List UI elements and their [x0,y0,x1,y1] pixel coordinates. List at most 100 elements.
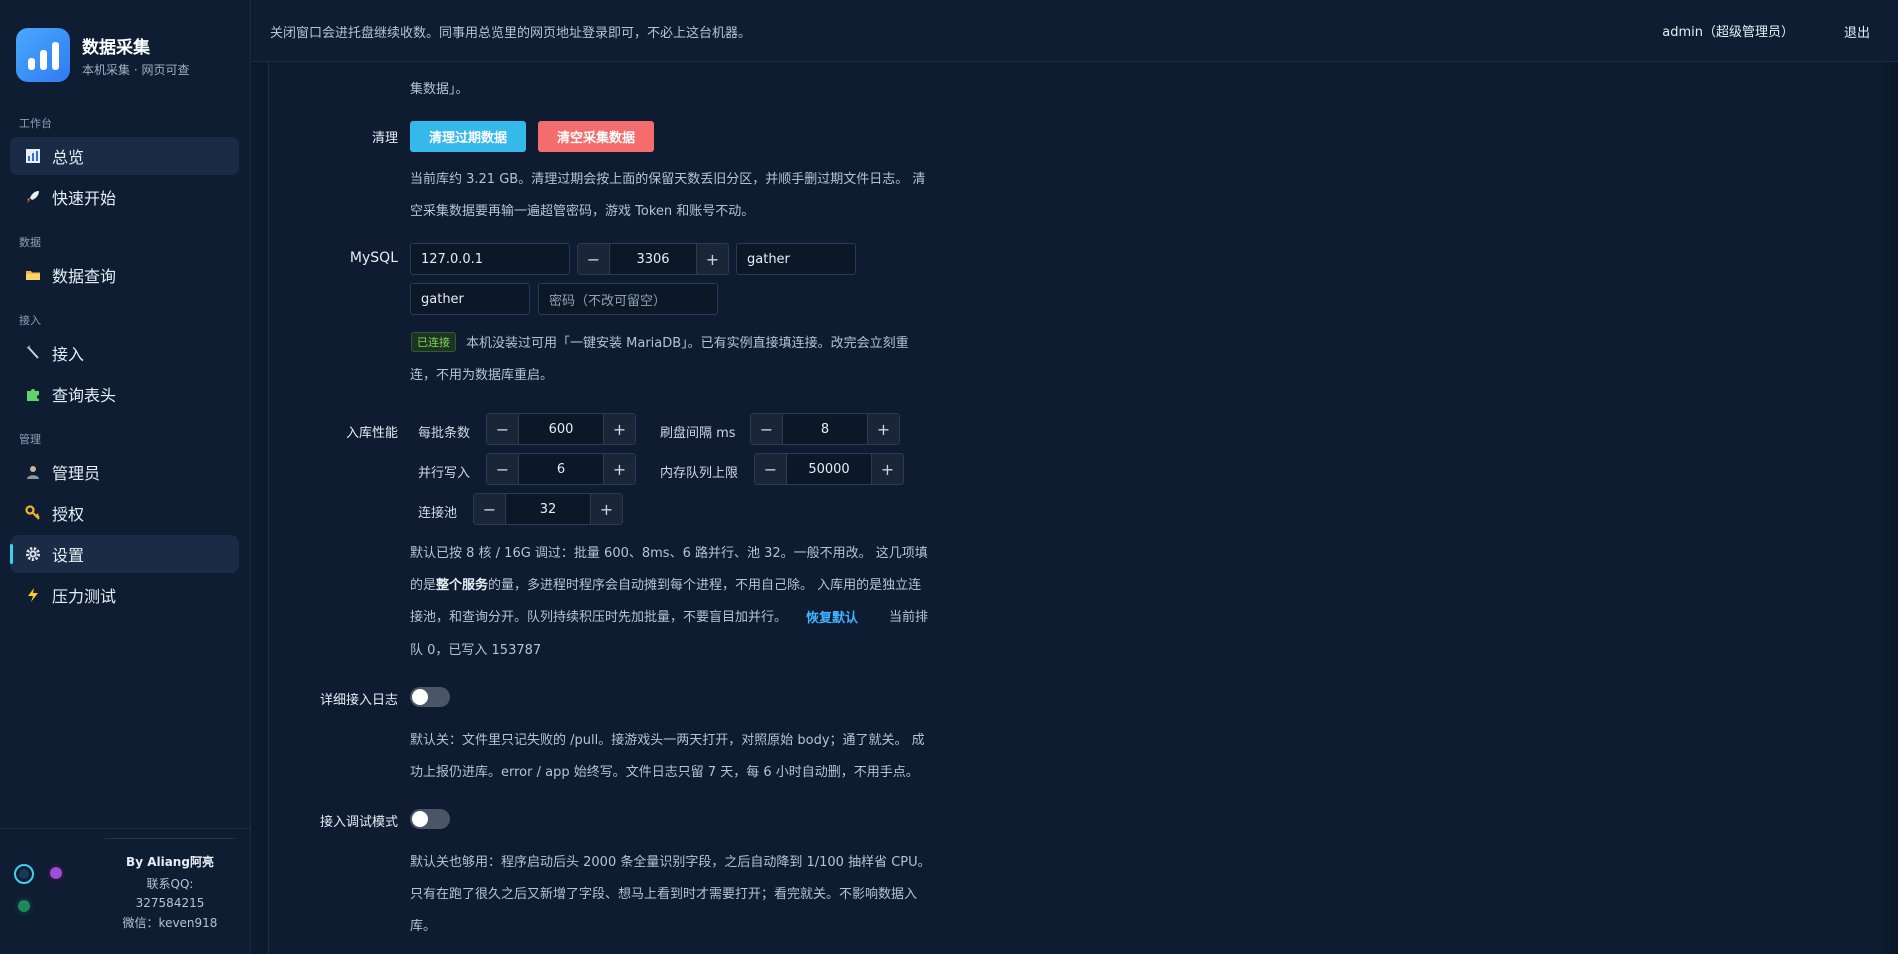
theme-dot-cyan[interactable] [14,864,34,884]
app-title: 数据采集 [82,37,150,58]
cleanup-desc-1: 当前库约 3.21 GB。清理过期会按上面的保留天数丢旧分区，并顺手删过期文件日… [410,172,926,187]
queue-limit-value[interactable]: 50000 [786,454,872,484]
flush-interval-value[interactable]: 8 [782,414,868,444]
rocket-icon [24,188,42,206]
author-qq-label: 联系QQ: [146,877,194,891]
sidebar-item-data-query[interactable]: 数据查询 [10,256,239,294]
mysql-password-input[interactable]: 密码（不改可留空） [538,283,718,315]
restore-defaults-link[interactable]: 恢复默认 [806,607,858,626]
sidebar-item-overview[interactable]: 总览 [10,137,239,175]
connection-status-badge: 已连接 [411,332,456,352]
mysql-port-stepper[interactable]: − 3306 + [577,243,729,275]
sidebar-item-label: 数据查询 [52,267,117,286]
connection-pool-stepper[interactable]: − 32 + [473,493,623,525]
mysql-user-input[interactable]: gather [410,283,530,315]
cleanup-label: 清理 [371,131,398,146]
sidebar-item-label: 压力测试 [52,587,117,606]
flush-decrement-button[interactable]: − [751,414,782,444]
sidebar-item-settings[interactable]: 设置 [10,535,239,573]
sidebar-item-label: 总览 [52,148,85,167]
prev-section-tail: 集数据」。 [410,82,469,97]
sidebar-item-stress-test[interactable]: 压力测试 [10,576,239,614]
sidebar-item-quickstart[interactable]: 快速开始 [10,178,239,216]
sidebar-item-admins[interactable]: 管理员 [10,453,239,491]
sidebar-item-label: 接入 [52,345,85,364]
sidebar-item-label: 管理员 [52,464,101,483]
flush-interval-label: 刷盘间隔 ms [660,426,736,441]
debug-mode-desc-1: 默认关也够用：程序启动后头 2000 条全量识别字段，之后自动降到 1/100 … [410,855,931,870]
verbose-log-desc-2: 功上报仍进库。error / app 始终写。文件日志只留 7 天，每 6 小时… [410,765,919,780]
cleanup-desc-2: 空采集数据要再输一遍超管密码，游戏 Token 和账号不动。 [410,204,755,219]
sidebar-item-access[interactable]: 接入 [10,334,239,372]
logout-button[interactable]: 退出 [1844,22,1870,41]
perf-desc-1: 默认已按 8 核 / 16G 调过：批量 600、8ms、6 路并行、池 32。… [410,546,928,561]
sidebar-item-label: 查询表头 [52,386,117,405]
debug-mode-desc-3: 库。 [410,919,437,934]
pool-increment-button[interactable]: + [591,494,622,524]
ingest-perf-label: 入库性能 [345,426,398,441]
port-increment-button[interactable]: + [697,244,728,274]
sidebar: 数据采集 本机采集 · 网页可查 工作台 总览 快速开始 数据 数据查询 接入 … [0,0,251,954]
queue-increment-button[interactable]: + [872,454,903,484]
section-data: 数据 [19,236,41,249]
topbar: 关闭窗口会进托盘继续收数。同事用总览里的网页地址登录即可，不必上这台机器。 ad… [252,0,1898,62]
app-subtitle: 本机采集 · 网页可查 [82,62,190,77]
queue-limit-label: 内存队列上限 [660,466,739,481]
parallel-decrement-button[interactable]: − [487,454,518,484]
section-access: 接入 [19,314,41,327]
brand: 数据采集 本机采集 · 网页可查 [16,28,189,82]
verbose-log-desc-1: 默认关：文件里只记失败的 /pull。接游戏头一两天打开，对照原始 body；通… [410,733,925,748]
sidebar-item-license[interactable]: 授权 [10,494,239,532]
mysql-database-input[interactable]: gather [736,243,856,275]
perf-desc-3b: 当前排 [889,610,929,625]
sidebar-item-query-header[interactable]: 查询表头 [10,375,239,413]
theme-dot-purple[interactable] [47,864,65,882]
batch-decrement-button[interactable]: − [487,414,518,444]
theme-dot-green[interactable] [15,897,33,915]
puzzle-icon [24,385,42,403]
scrollbar[interactable] [1890,62,1898,954]
batch-size-value[interactable]: 600 [518,414,604,444]
mysql-desc-1: 本机没装过可用「一键安装 MariaDB」。已有实例直接填连接。改完会立刻重 [466,336,909,351]
flush-increment-button[interactable]: + [868,414,899,444]
batch-increment-button[interactable]: + [604,414,635,444]
folder-icon [24,266,42,284]
debug-mode-toggle[interactable] [410,809,450,829]
author-qq: 327584215 [135,896,205,910]
verbose-log-toggle[interactable] [410,687,450,707]
verbose-log-label: 详细接入日志 [319,693,398,708]
sidebar-item-label: 设置 [52,546,85,565]
flush-interval-stepper[interactable]: − 8 + [750,413,900,445]
user-icon [24,463,42,481]
divider [105,838,235,839]
mysql-desc-2: 连，不用为数据库重启。 [410,368,554,383]
batch-size-stepper[interactable]: − 600 + [486,413,636,445]
mysql-port-value[interactable]: 3306 [609,244,697,274]
queue-limit-stepper[interactable]: − 50000 + [754,453,904,485]
parallel-increment-button[interactable]: + [604,454,635,484]
lightning-icon [24,586,42,604]
mysql-label: MySQL [349,250,398,266]
queue-decrement-button[interactable]: − [755,454,786,484]
connection-pool-value[interactable]: 32 [505,494,591,524]
port-decrement-button[interactable]: − [578,244,609,274]
current-user: admin（超级管理员） [1662,25,1794,40]
tray-notice: 关闭窗口会进托盘继续收数。同事用总览里的网页地址登录即可，不必上这台机器。 [270,26,752,41]
pool-decrement-button[interactable]: − [474,494,505,524]
author-name: By Aliang阿亮 [126,855,214,869]
clean-expired-button[interactable]: 清理过期数据 [410,121,526,152]
clear-data-button[interactable]: 清空采集数据 [538,121,654,152]
gear-icon [24,545,42,563]
perf-desc-4: 队 0，已写入 153787 [410,643,542,658]
parallel-writes-value[interactable]: 6 [518,454,604,484]
debug-mode-desc-2: 只有在跑了很久之后又新增了字段、想马上看到时才需要打开；看完就关。不影响数据入 [410,887,918,902]
section-admin: 管理 [19,433,41,446]
author-wechat: 微信：keven918 [122,916,218,930]
perf-desc-2: 的是整个服务的量，多进程时程序会自动摊到每个进程，不用自己除。 入库用的是独立连 [410,578,922,593]
sidebar-item-label: 快速开始 [52,189,117,208]
key-icon [24,504,42,522]
perf-desc-3: 接池，和查询分开。队列持续积压时先加批量，不要盲目加并行。 [410,610,788,625]
mysql-host-input[interactable]: 127.0.0.1 [410,243,570,275]
parallel-writes-stepper[interactable]: − 6 + [486,453,636,485]
connection-pool-label: 连接池 [418,506,458,521]
